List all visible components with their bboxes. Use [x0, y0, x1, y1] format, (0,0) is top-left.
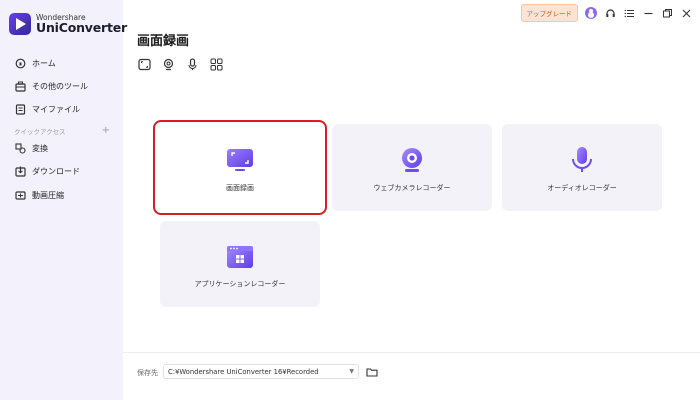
footer-divider [123, 352, 700, 353]
page-title: 画面録画 [137, 34, 190, 49]
audio-record-icon [572, 147, 592, 172]
menu-icon[interactable] [623, 7, 635, 19]
file-icon [14, 103, 26, 115]
logo-icon [9, 13, 31, 35]
quick-access-label: クイックアクセス [14, 127, 66, 136]
card-label: オーディオレコーダー [547, 184, 617, 192]
sidebar-item-label: その他のツール [32, 81, 88, 91]
headset-icon[interactable] [604, 7, 616, 19]
logo-product: UniConverter [36, 20, 128, 35]
webcam-recorder-card[interactable]: ウェブカメラレコーダー [332, 124, 492, 211]
webcam-record-icon [402, 148, 422, 172]
mode-toolbar [137, 57, 223, 71]
sidebar-item-tools[interactable]: その他のツール [14, 80, 88, 92]
screen-record-icon [227, 149, 253, 171]
toolbox-icon [14, 80, 26, 92]
home-icon [14, 57, 26, 69]
sidebar-item-label: ホーム [32, 58, 56, 68]
upgrade-button[interactable]: アップグレード [520, 4, 578, 22]
screen-recorder-card[interactable]: 画面録画 [153, 120, 327, 215]
sidebar-item-home[interactable]: ホーム [14, 57, 56, 69]
compress-icon [14, 189, 26, 201]
restore-icon[interactable] [661, 7, 673, 19]
save-path-value: C:¥Wondershare UniConverter 16¥Recorded [168, 368, 319, 376]
save-location-label: 保存先 [137, 369, 158, 377]
download-icon [14, 165, 26, 177]
sidebar-item-label: 変換 [32, 143, 48, 153]
sidebar-item-label: 動画圧縮 [32, 190, 64, 200]
sidebar-item-label: ダウンロード [32, 166, 80, 176]
screen-icon[interactable] [137, 57, 151, 71]
title-bar: アップグレード [520, 4, 693, 22]
sidebar-item-download[interactable]: ダウンロード [14, 165, 80, 177]
close-icon[interactable] [680, 7, 692, 19]
app-record-icon [227, 246, 253, 268]
add-icon[interactable]: + [102, 125, 110, 136]
folder-icon[interactable] [366, 366, 378, 378]
sidebar: Wondershare UniConverter ホーム その他のツール マイフ… [0, 0, 127, 400]
apps-icon[interactable] [209, 57, 223, 71]
sidebar-item-compress[interactable]: 動画圧縮 [14, 189, 64, 201]
card-label: アプリケーションレコーダー [194, 280, 286, 288]
quick-access-header: クイックアクセス + [14, 125, 110, 136]
sidebar-item-myfiles[interactable]: マイファイル [14, 103, 80, 115]
card-label: 画面録画 [226, 184, 254, 192]
minimize-icon[interactable] [642, 7, 654, 19]
audio-recorder-card[interactable]: オーディオレコーダー [502, 124, 662, 211]
app-recorder-card[interactable]: アプリケーションレコーダー [160, 221, 320, 307]
webcam-icon[interactable] [161, 57, 175, 71]
avatar[interactable] [585, 7, 597, 19]
card-label: ウェブカメラレコーダー [373, 184, 451, 192]
save-path-select[interactable]: C:¥Wondershare UniConverter 16¥Recorded … [163, 364, 359, 379]
app-logo[interactable]: Wondershare UniConverter [9, 13, 127, 35]
sidebar-item-convert[interactable]: 変換 [14, 142, 48, 154]
sidebar-item-label: マイファイル [32, 104, 80, 114]
chevron-down-icon: ▼ [349, 368, 354, 375]
convert-icon [14, 142, 26, 154]
mic-icon[interactable] [185, 57, 199, 71]
